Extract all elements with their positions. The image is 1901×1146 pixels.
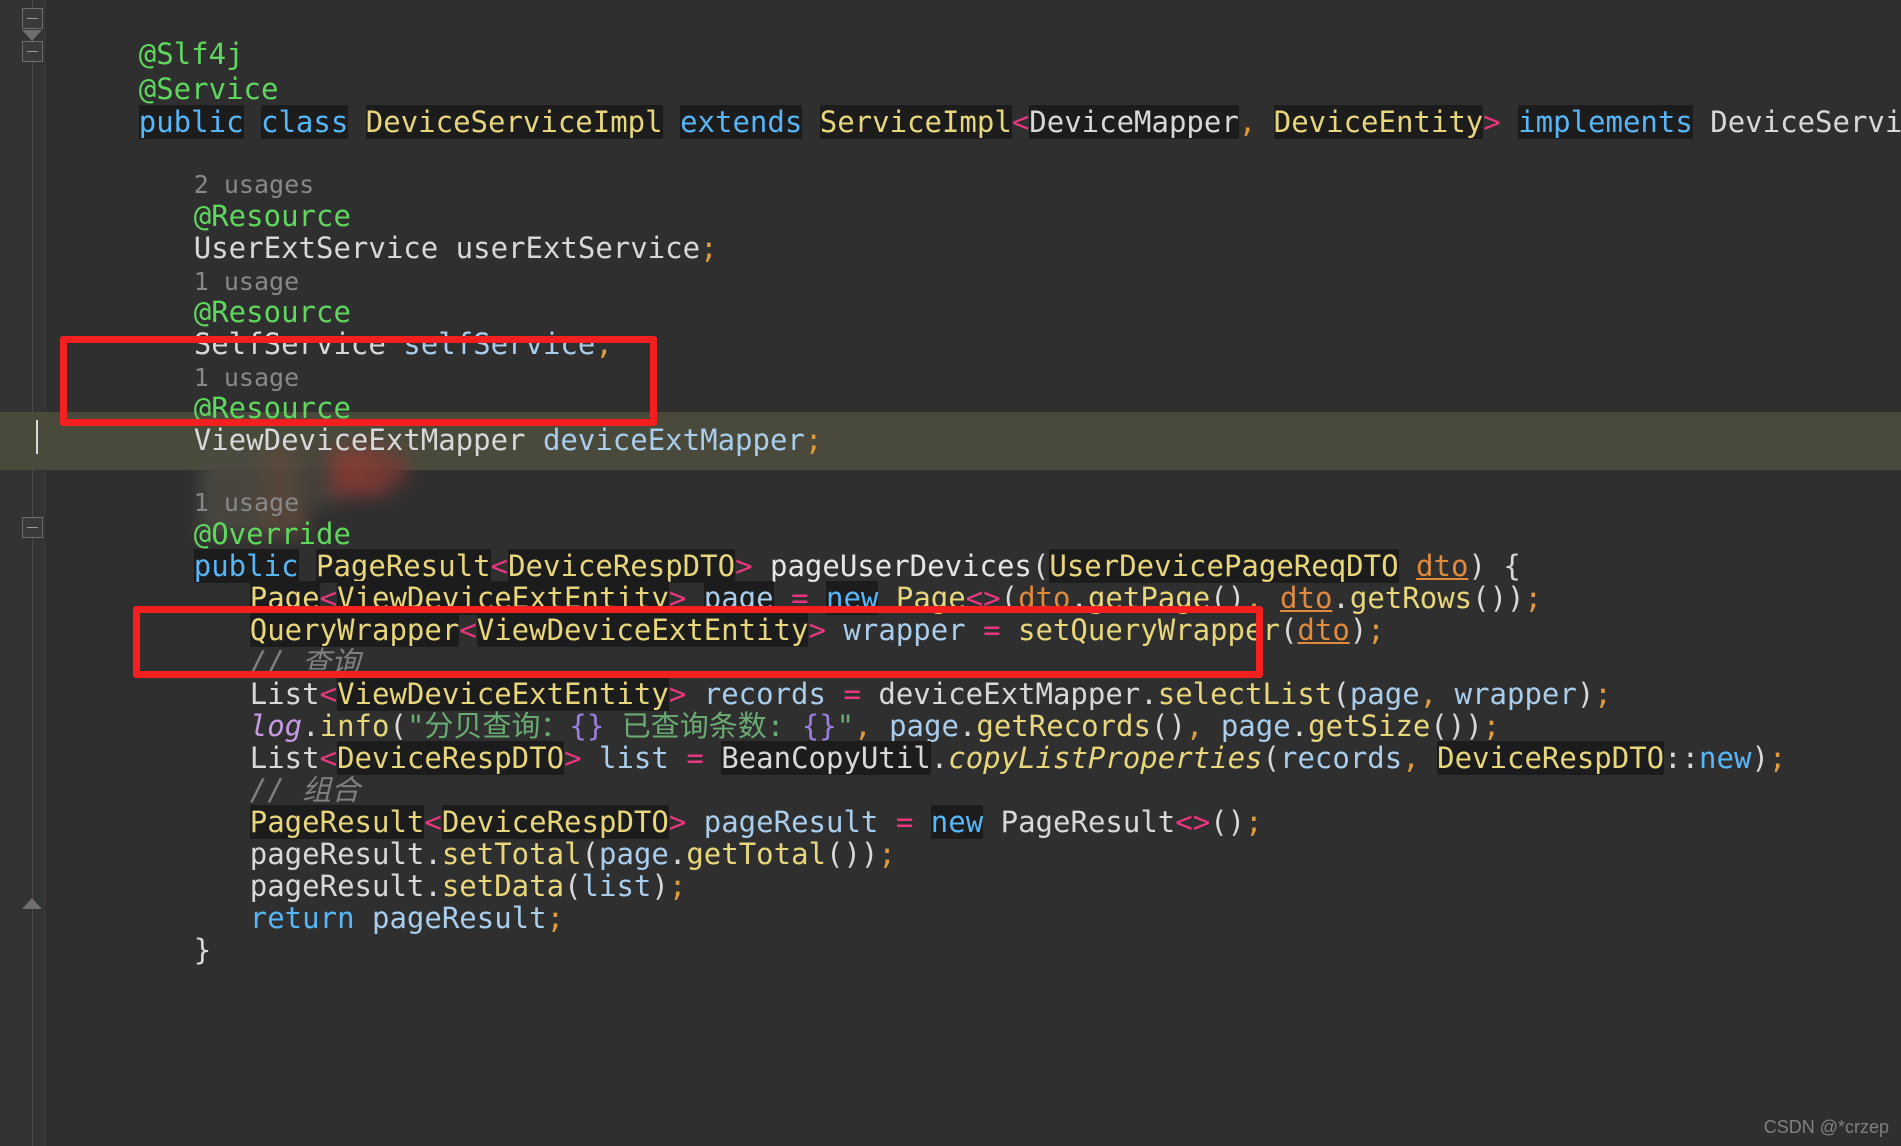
code-line-close-brace[interactable]: } — [0, 892, 1901, 967]
annotation-box-query-statement — [133, 606, 1263, 678]
code-line-slf4j[interactable]: @Slf4j — [0, 0, 1901, 71]
code-line-class-declaration[interactable]: public class DeviceServiceImpl extends S… — [0, 64, 1901, 139]
code-editor[interactable]: @Slf4j @Service public class DeviceServi… — [0, 0, 1901, 1146]
code-content[interactable]: @Slf4j @Service public class DeviceServi… — [0, 0, 1901, 1146]
csdn-watermark: CSDN @*crzep — [1763, 1117, 1889, 1137]
close-brace: } — [193, 932, 212, 967]
annotation-box-field-declaration — [60, 336, 657, 426]
